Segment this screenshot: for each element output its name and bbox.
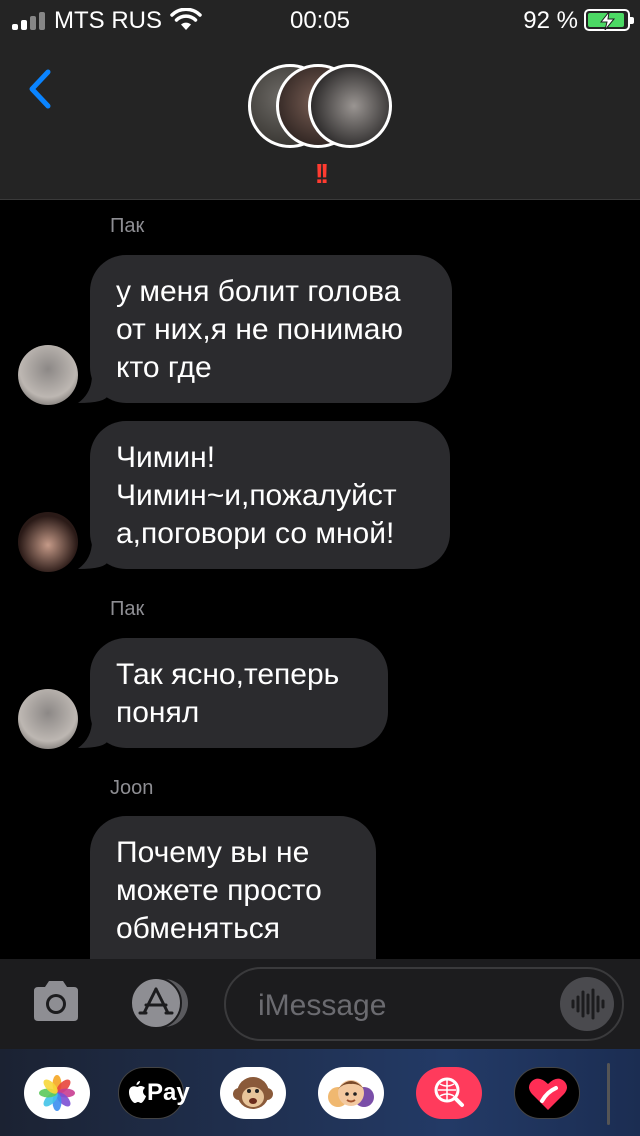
- memoji-app-icon[interactable]: [318, 1067, 384, 1119]
- bubble-tail: [78, 375, 108, 403]
- camera-icon[interactable]: [30, 979, 82, 1023]
- voice-message-icon[interactable]: [560, 977, 614, 1031]
- drawer-divider: [607, 1063, 610, 1125]
- back-chevron-icon[interactable]: [22, 66, 58, 112]
- message-bubble[interactable]: Почему вы не можете просто обменяться но…: [90, 816, 376, 959]
- photos-app-icon[interactable]: [24, 1067, 90, 1119]
- status-bar: MTS RUS 00:05 92 %: [0, 0, 640, 40]
- message-bubble[interactable]: Чимин! Чимин~и,пожалуйст а,поговори со м…: [78, 421, 450, 569]
- message-input-placeholder: iMessage: [258, 989, 387, 1022]
- group-avatar-3: [308, 64, 392, 148]
- battery-percentage: 92 %: [523, 7, 578, 34]
- message-text: у меня болит голова от них,я не понимаю …: [116, 275, 403, 384]
- web-search-app-icon[interactable]: [416, 1067, 482, 1119]
- sender-avatar[interactable]: [18, 512, 78, 572]
- sender-avatar[interactable]: [18, 345, 78, 405]
- urgent-flag-icon: !!: [314, 158, 330, 189]
- bubble-tail: [78, 720, 108, 748]
- sender-name: Пак: [110, 598, 145, 620]
- message-bubble[interactable]: Так ясно,теперь понял: [78, 638, 388, 748]
- message-thread[interactable]: Пак у меня болит голова от них,я не пони…: [0, 201, 640, 959]
- bubble-tail: [78, 541, 108, 569]
- compose-bar: iMessage: [0, 959, 640, 1049]
- apple-logo-icon: [129, 1081, 146, 1103]
- message-input[interactable]: iMessage: [224, 967, 624, 1041]
- sender-avatar[interactable]: [18, 689, 78, 749]
- sender-name: Пак: [110, 215, 145, 237]
- animoji-app-icon[interactable]: [220, 1067, 286, 1119]
- group-avatars[interactable]: [248, 64, 394, 150]
- message-bubble[interactable]: у меня болит голова от них,я не понимаю …: [78, 255, 452, 403]
- battery-charging-icon: [584, 9, 634, 31]
- app-drawer: Pay: [0, 1049, 640, 1136]
- apple-pay-label: Pay: [147, 1079, 190, 1106]
- conversation-header: !!: [0, 40, 640, 200]
- message-text: Почему вы не можете просто обменяться но…: [116, 836, 322, 959]
- app-store-icon[interactable]: [126, 977, 190, 1029]
- message-text: Чимин! Чимин~и,пожалуйст а,поговори со м…: [116, 441, 397, 550]
- apple-pay-app-icon[interactable]: Pay: [118, 1067, 190, 1119]
- digital-touch-app-icon[interactable]: [514, 1067, 580, 1119]
- message-text: Так ясно,теперь понял: [116, 658, 340, 729]
- sender-name: Joon: [110, 777, 154, 799]
